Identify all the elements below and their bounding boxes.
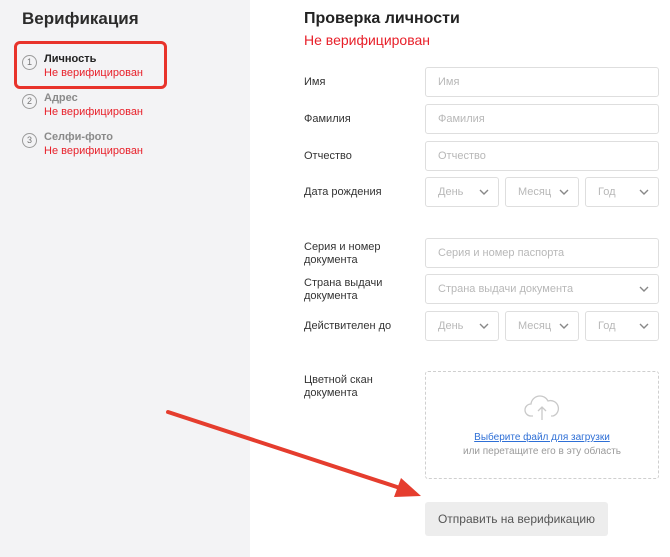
country-select[interactable]: Страна выдачи документа: [425, 274, 659, 304]
birth-day-select[interactable]: День: [425, 177, 499, 207]
last-name-input[interactable]: Фамилия: [425, 104, 659, 134]
step-number: 1: [22, 55, 37, 70]
passport-input[interactable]: Серия и номер паспорта: [425, 238, 659, 268]
sidebar-title: Верификация: [22, 9, 139, 28]
birth-year-select[interactable]: Год: [585, 177, 659, 207]
step-status: Не верифицирован: [44, 106, 144, 118]
select-value: День: [438, 320, 464, 332]
birth-date-label: Дата рождения: [304, 186, 382, 198]
step-label: Адрес: [44, 92, 78, 104]
submit-verification-button[interactable]: Отправить на верификацию: [425, 502, 608, 536]
choose-file-link[interactable]: Выберите файл для загрузки: [426, 432, 658, 443]
step-label: Личность: [44, 53, 97, 65]
chevron-down-icon: [479, 189, 489, 195]
step-status: Не верифицирован: [44, 145, 144, 157]
drag-hint: или перетащите его в эту область: [462, 446, 621, 457]
step-number: 2: [22, 94, 37, 109]
cloud-upload-icon: [524, 395, 560, 420]
select-value: Месяц: [518, 320, 552, 332]
passport-label: Серия и номер документа: [304, 241, 381, 266]
scan-label: Цветной скан документа: [304, 374, 373, 399]
file-dropzone[interactable]: Выберите файл для загрузки или перетащит…: [425, 371, 659, 479]
chevron-down-icon: [639, 323, 649, 329]
first-name-input[interactable]: Имя: [425, 67, 659, 97]
first-name-label: Имя: [304, 76, 326, 88]
sidebar: Верификация 1 Личность Не верифицирован …: [0, 0, 250, 557]
verification-status: Не верифицирован: [304, 32, 431, 48]
select-value: Год: [598, 186, 616, 198]
page-title: Проверка личности: [304, 10, 460, 27]
country-label: Страна выдачи документа: [304, 277, 383, 302]
chevron-down-icon: [559, 189, 569, 195]
chevron-down-icon: [639, 189, 649, 195]
step-label: Селфи-фото: [44, 131, 113, 143]
chevron-down-icon: [479, 323, 489, 329]
chevron-down-icon: [639, 286, 649, 292]
last-name-label: Фамилия: [304, 113, 351, 125]
step-number: 3: [22, 133, 37, 148]
select-value: День: [438, 186, 464, 198]
step-status: Не верифицирован: [44, 67, 144, 79]
patronymic-input[interactable]: Отчество: [425, 141, 659, 171]
birth-month-select[interactable]: Месяц: [505, 177, 579, 207]
valid-day-select[interactable]: День: [425, 311, 499, 341]
valid-month-select[interactable]: Месяц: [505, 311, 579, 341]
valid-until-label: Действителен до: [304, 320, 392, 332]
patronymic-label: Отчество: [304, 150, 352, 162]
select-value: Год: [598, 320, 616, 332]
select-value: Месяц: [518, 186, 552, 198]
valid-year-select[interactable]: Год: [585, 311, 659, 341]
select-value: Страна выдачи документа: [438, 283, 574, 295]
chevron-down-icon: [559, 323, 569, 329]
active-step-highlight: [14, 41, 167, 89]
